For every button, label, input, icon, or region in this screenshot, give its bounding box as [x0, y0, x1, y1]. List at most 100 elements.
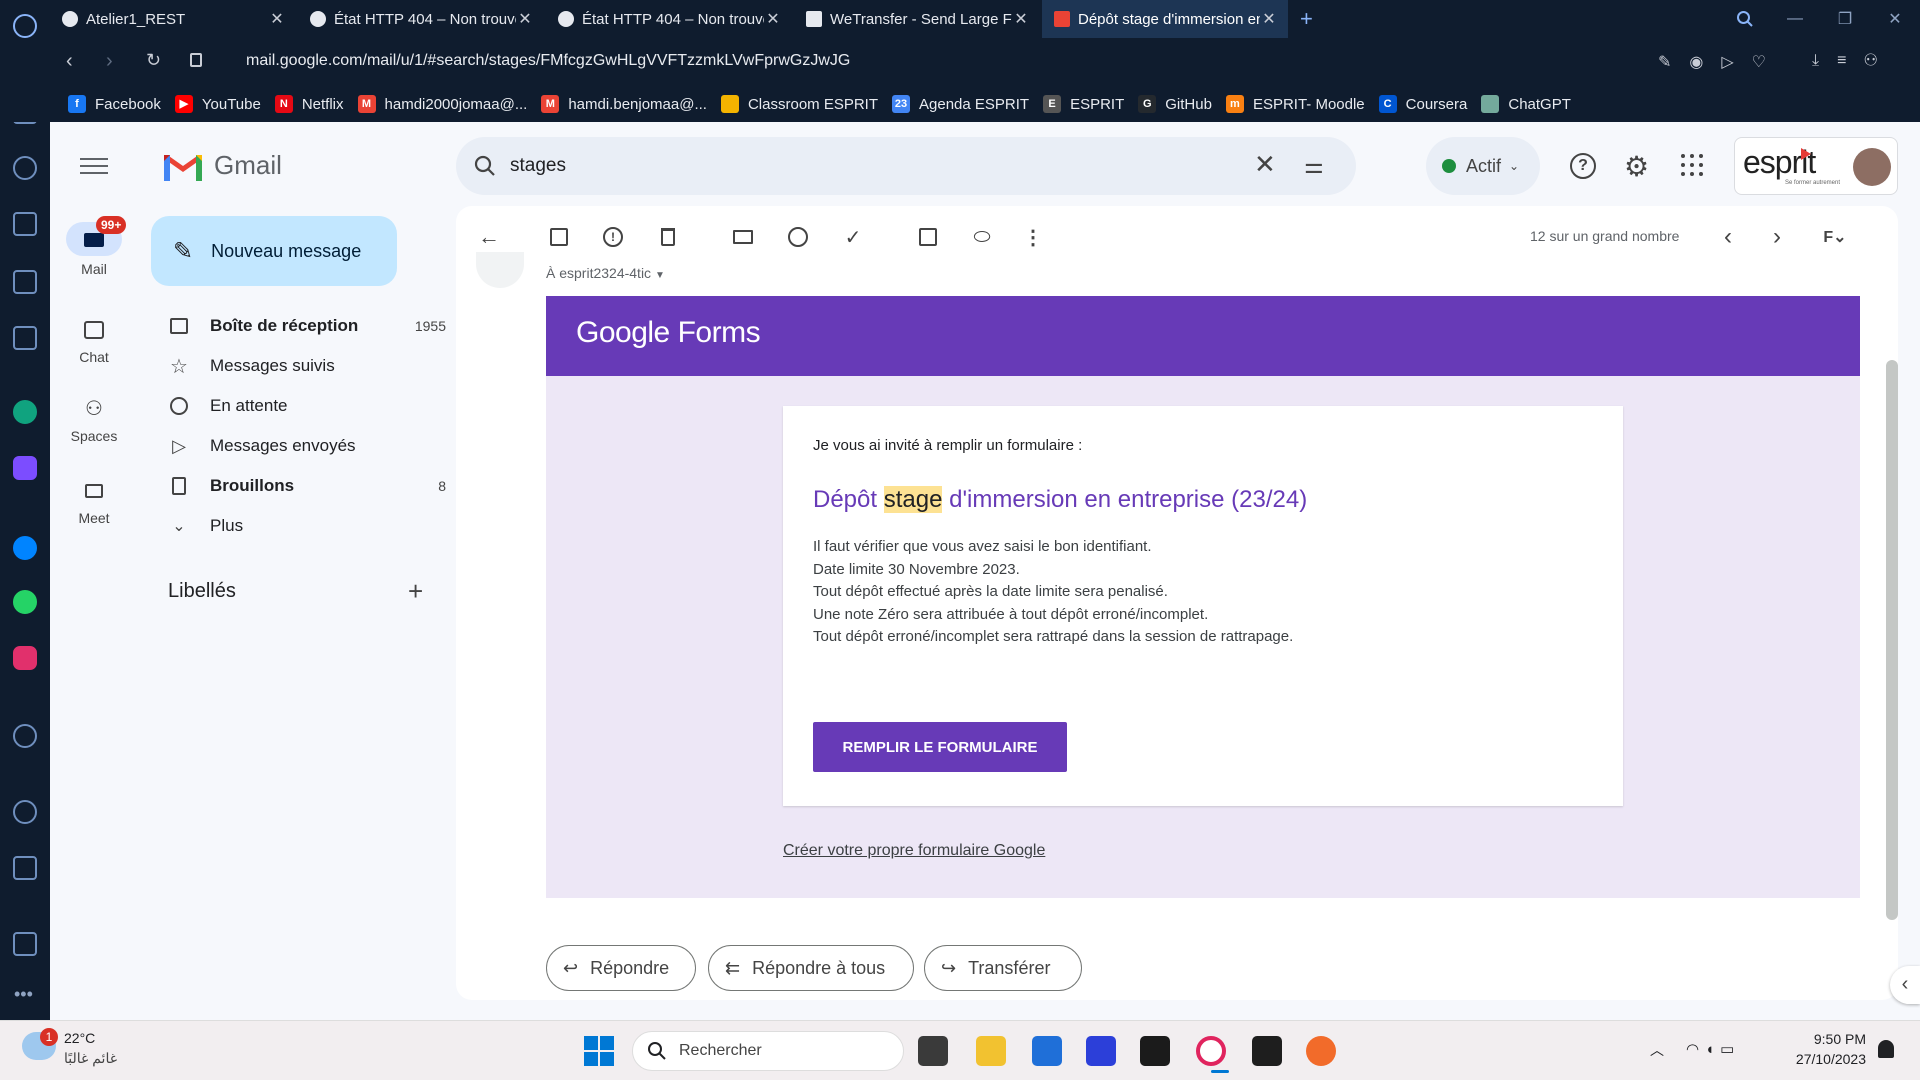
player-icon[interactable]	[13, 724, 37, 748]
scrollbar-thumb[interactable]	[1886, 360, 1898, 920]
store-icon[interactable]	[1032, 1036, 1062, 1066]
back-icon[interactable]: ←	[474, 222, 504, 252]
search-options-icon[interactable]: ⚌	[1304, 153, 1324, 179]
rail-spaces[interactable]: ⚇ Spaces	[60, 396, 128, 444]
recipient-line[interactable]: À esprit2324-4tic ▼	[546, 265, 665, 281]
tab-http404-2[interactable]: État HTTP 404 – Non trouvé ✕	[546, 0, 792, 38]
close-tab-icon[interactable]: ✕	[516, 9, 534, 29]
taskbar-search[interactable]: Rechercher	[632, 1031, 904, 1071]
back-nav-icon[interactable]: ‹	[66, 50, 73, 73]
close-window-icon[interactable]: ✕	[1870, 0, 1920, 38]
messenger-icon[interactable]	[13, 536, 37, 560]
restore-icon[interactable]: ❐	[1820, 0, 1870, 38]
nav-inbox[interactable]: Boîte de réception 1955	[168, 306, 446, 346]
apps-grid-icon[interactable]	[1681, 154, 1703, 176]
reply-all-button[interactable]: ⇇ Répondre à tous	[708, 945, 914, 991]
new-tab-icon[interactable]: +	[1300, 6, 1313, 32]
bookmark-github[interactable]: G GitHub	[1138, 95, 1212, 113]
weather-temp[interactable]: 22°C	[64, 1030, 95, 1046]
shopping-icon[interactable]	[13, 212, 37, 236]
bookmark-hamdi2000jomaa[interactable]: Mhamdi2000jomaa@...	[357, 95, 527, 113]
account-switcher[interactable]: esprit Se former autrement	[1734, 137, 1898, 195]
twitch-icon[interactable]	[13, 270, 37, 294]
bookmark-classroom-esprit[interactable]: Classroom ESPRIT	[720, 95, 878, 113]
speed-dial-icon[interactable]	[13, 156, 37, 180]
bookmark-agenda-esprit[interactable]: 23 Agenda ESPRIT	[892, 95, 1029, 113]
terminal-icon[interactable]	[1140, 1036, 1170, 1066]
nav-sent[interactable]: ▷ Messages envoyés	[168, 426, 446, 466]
compose-button[interactable]: ✎ Nouveau message	[151, 216, 397, 286]
nav-snoozed[interactable]: En attente	[168, 386, 446, 426]
next-page-icon[interactable]: ›	[1762, 222, 1792, 252]
rail-chat[interactable]: Chat	[60, 315, 128, 365]
label-icon[interactable]: ⬭	[967, 222, 997, 252]
opera-logo-icon[interactable]	[13, 14, 37, 38]
forward-nav-icon[interactable]: ›	[106, 50, 113, 73]
close-tab-icon[interactable]: ✕	[1012, 9, 1030, 29]
close-tab-icon[interactable]: ✕	[1260, 9, 1278, 29]
task-view-icon[interactable]	[918, 1036, 948, 1066]
snooze-icon[interactable]	[783, 222, 813, 252]
tab-http404-1[interactable]: État HTTP 404 – Non trouvé ✕	[298, 0, 544, 38]
move-to-icon[interactable]	[913, 222, 943, 252]
clock-date[interactable]: 27/10/2023	[1784, 1051, 1866, 1067]
start-windows-icon[interactable]	[584, 1036, 614, 1066]
add-label-icon[interactable]: +	[408, 576, 423, 607]
rail-mail[interactable]: 99+ Mail	[60, 216, 128, 277]
pinboard-icon[interactable]	[13, 932, 37, 956]
bookmark-netflix[interactable]: N Netflix	[274, 95, 344, 113]
forward-button[interactable]: ↪ Transférer	[924, 945, 1082, 991]
rail-meet[interactable]: Meet	[60, 476, 128, 526]
vscode-like-icon[interactable]	[1086, 1036, 1116, 1066]
status-selector[interactable]: Actif ⌄	[1426, 137, 1540, 195]
search-input[interactable]: stages	[510, 155, 566, 177]
form-title[interactable]: Dépôt stage d'immersion en entreprise (2…	[813, 486, 1307, 514]
clock-time[interactable]: 9:50 PM	[1784, 1031, 1866, 1047]
avatar[interactable]	[1853, 148, 1891, 186]
more-vert-icon[interactable]: ⋮	[1018, 222, 1048, 252]
add-task-icon[interactable]: ✓	[838, 222, 868, 252]
clear-search-icon[interactable]: ✕	[1254, 149, 1276, 180]
search-icon[interactable]	[474, 155, 496, 177]
weather-desc[interactable]: غائم غالبًا	[64, 1050, 117, 1067]
bookmark-facebook[interactable]: f Facebook	[68, 95, 161, 113]
fill-form-button[interactable]: REMPLIR LE FORMULAIRE	[813, 722, 1067, 772]
reload-icon[interactable]: ↻	[146, 50, 161, 71]
toolbar-actions[interactable]: ⤓≡⚇	[1812, 52, 1895, 70]
chatgpt-side-icon[interactable]	[13, 400, 37, 424]
bookmark-esprit[interactable]: E ESPRIT	[1043, 95, 1124, 113]
whatsapp-icon[interactable]	[13, 590, 37, 614]
nav-starred[interactable]: ☆ Messages suivis	[168, 346, 446, 386]
url-field[interactable]: mail.google.com/mail/u/1/#search/stages/…	[246, 52, 850, 70]
chatsonic-icon[interactable]	[13, 456, 37, 480]
bookmark-chatgpt[interactable]: ChatGPT	[1481, 95, 1571, 113]
close-tab-icon[interactable]: ✕	[764, 9, 782, 29]
opera-taskbar-icon[interactable]	[1196, 1036, 1226, 1066]
help-icon[interactable]: ?	[1570, 153, 1596, 179]
delete-icon[interactable]	[653, 222, 683, 252]
postman-icon[interactable]	[1306, 1036, 1336, 1066]
bookmark-coursera[interactable]: C Coursera	[1378, 95, 1467, 113]
extensions-icon[interactable]	[13, 856, 37, 880]
tab-atelier[interactable]: Atelier1_REST ✕	[50, 0, 296, 38]
minimize-icon[interactable]: —	[1770, 0, 1820, 38]
main-menu-icon[interactable]	[80, 155, 108, 177]
tab-wetransfer[interactable]: WeTransfer - Send Large Files✕	[794, 0, 1040, 38]
close-tab-icon[interactable]: ✕	[268, 9, 286, 29]
reply-button[interactable]: ↩ Répondre	[546, 945, 696, 991]
mark-unread-icon[interactable]	[728, 222, 758, 252]
bookmark-esprit-moodle[interactable]: m ESPRIT- Moodle	[1225, 95, 1365, 113]
tray-chevron-icon[interactable]: ︿	[1650, 1040, 1664, 1060]
report-spam-icon[interactable]: !	[598, 222, 628, 252]
file-explorer-icon[interactable]	[976, 1036, 1006, 1066]
tab-search-icon[interactable]	[1720, 0, 1770, 38]
prev-page-icon[interactable]: ‹	[1713, 222, 1743, 252]
side-panel-toggle-icon[interactable]: ‹	[1890, 966, 1920, 1004]
nav-more[interactable]: ⌄ Plus	[168, 506, 446, 546]
bookmark-hamdi-benjomaa[interactable]: Mhamdi.benjomaa@...	[541, 95, 707, 113]
history-icon[interactable]	[13, 800, 37, 824]
settings-gear-icon[interactable]: ⚙	[1624, 150, 1649, 183]
intellij-icon[interactable]	[1252, 1036, 1282, 1066]
gmail-logo[interactable]: Gmail	[164, 150, 282, 181]
archive-icon[interactable]	[544, 222, 574, 252]
